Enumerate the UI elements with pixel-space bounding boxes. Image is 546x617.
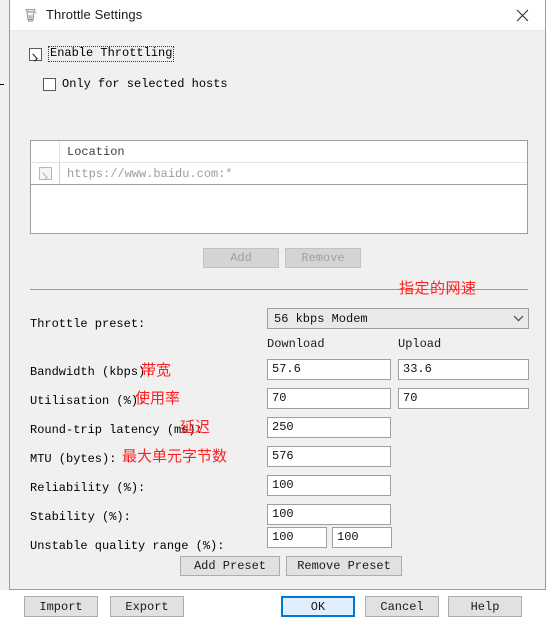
utilisation-label: Utilisation (%): [30,394,146,408]
annotation-latency: 延迟 [180,418,211,436]
remove-button[interactable]: Remove [285,248,361,268]
throttle-preset-label: Throttle preset: [30,317,146,331]
reliability-input[interactable]: 100 [267,475,391,496]
table-row[interactable]: https://www.baidu.com:* [31,163,527,185]
stability-input[interactable]: 100 [267,504,391,525]
bandwidth-label: Bandwidth (kbps): [30,365,153,379]
annotation-mtu: 最大单元字节数 [122,447,228,465]
title-bar[interactable]: Throttle Settings [10,0,545,31]
only-selected-hosts-checkbox[interactable]: Only for selected hosts [43,77,228,91]
stability-label: Stability (%): [30,510,131,524]
mtu-label: MTU (bytes): [30,452,117,466]
checkbox-empty-icon [43,77,56,91]
column-header-checkbox[interactable] [31,141,60,162]
reliability-label: Reliability (%): [30,481,146,495]
enable-throttling-label: Enable Throttling [48,46,175,62]
close-icon[interactable] [499,0,545,31]
checkbox-check-icon [38,167,52,180]
fiddler-jug-icon [22,7,39,24]
enable-throttling-checkbox[interactable]: Enable Throttling [29,46,175,62]
throttle-preset-value: 56 kbps Modem [274,311,368,326]
remove-preset-button[interactable]: Remove Preset [286,556,402,576]
dialog-body: Enable Throttling Only for selected host… [10,31,545,617]
ok-button[interactable]: OK [281,596,355,617]
download-column-label: Download [267,337,325,351]
upload-column-label: Upload [398,337,442,351]
background-window-artifact [0,84,4,85]
hosts-list[interactable]: Location https://www.baidu.com:* [30,140,528,234]
mtu-input[interactable]: 576 [267,446,391,467]
latency-label: Round-trip latency (ms): [30,423,203,437]
hosts-list-header: Location [31,141,527,163]
row-checkbox[interactable] [31,163,60,184]
bandwidth-upload-input[interactable]: 33.6 [398,359,529,380]
only-selected-hosts-label: Only for selected hosts [62,77,228,91]
column-header-location[interactable]: Location [60,141,527,162]
throttle-preset-select[interactable]: 56 kbps Modem [267,308,529,329]
window-title: Throttle Settings [46,7,143,22]
help-button[interactable]: Help [448,596,522,617]
throttle-settings-dialog: Throttle Settings Enable Throttling Only… [9,0,546,617]
export-button[interactable]: Export [110,596,184,617]
import-button[interactable]: Import [24,596,98,617]
utilisation-upload-input[interactable]: 70 [398,388,529,409]
cancel-button[interactable]: Cancel [365,596,439,617]
add-button[interactable]: Add [203,248,279,268]
annotation-bandwidth: 带宽 [141,361,172,379]
annotation-specified-speed: 指定的网速 [399,279,477,297]
annotation-utilisation: 使用率 [135,389,181,407]
unstable-quality-range-min-input[interactable]: 100 [267,527,327,548]
unstable-quality-range-max-input[interactable]: 100 [332,527,392,548]
chevron-down-icon [508,315,528,322]
utilisation-download-input[interactable]: 70 [267,388,391,409]
add-preset-button[interactable]: Add Preset [180,556,280,576]
bandwidth-download-input[interactable]: 57.6 [267,359,391,380]
unstable-quality-range-label: Unstable quality range (%): [30,539,225,553]
row-location-value: https://www.baidu.com:* [67,166,233,181]
checkbox-check-icon [29,47,42,61]
latency-input[interactable]: 250 [267,417,391,438]
